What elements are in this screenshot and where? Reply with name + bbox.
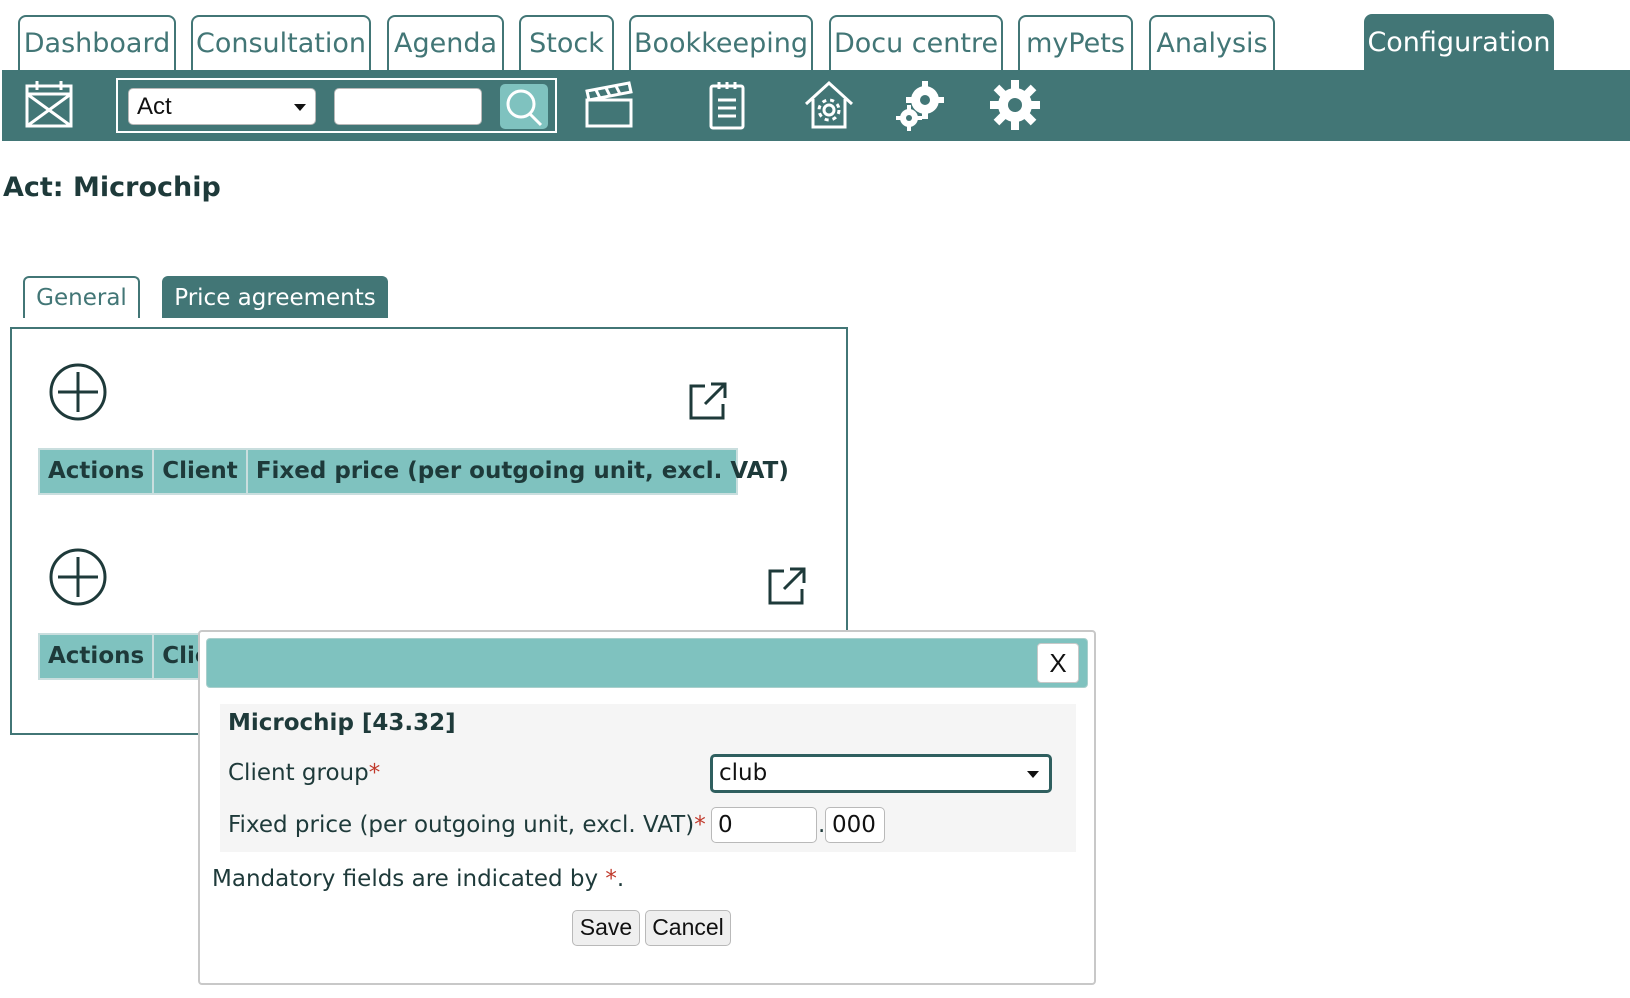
column-header-fixed-price: Fixed price (per outgoing unit, excl. VA… xyxy=(255,458,789,484)
main-nav: Dashboard Consultation Agenda Stock Book… xyxy=(0,0,1630,71)
search-type-value: Act xyxy=(137,93,172,120)
price-fraction-input[interactable] xyxy=(825,807,885,843)
toolbar: Act xyxy=(2,70,1630,141)
search-icon xyxy=(506,89,543,127)
page-title: Act: Microchip xyxy=(3,172,221,203)
tab-consultation[interactable]: Consultation xyxy=(191,15,371,70)
chevron-down-icon xyxy=(1027,771,1039,778)
mandatory-note-end: . xyxy=(616,866,625,892)
grid-header: Actions Client Fixed price (per outgoing… xyxy=(38,448,789,495)
tab-bookkeeping[interactable]: Bookkeeping xyxy=(629,15,813,70)
tab-general[interactable]: General xyxy=(23,276,140,318)
external-link-icon[interactable] xyxy=(766,565,808,607)
price-agreement-dialog: X Microchip [43.32] Client group* club F… xyxy=(198,630,1096,985)
column-header-client: Client xyxy=(154,450,248,493)
search-box: Act xyxy=(116,78,557,133)
fixed-price-label-text: Fixed price (per outgoing unit, excl. VA… xyxy=(228,812,695,838)
tab-docu-centre[interactable]: Docu centre xyxy=(829,15,1003,70)
cancel-button[interactable]: Cancel xyxy=(645,910,731,946)
tab-price-agreements[interactable]: Price agreements xyxy=(162,276,388,318)
required-marker: * xyxy=(605,866,617,892)
gear-icon[interactable] xyxy=(988,78,1042,132)
client-group-value: club xyxy=(719,760,768,786)
save-button[interactable]: Save xyxy=(572,910,640,946)
mandatory-note-text: Mandatory fields are indicated by xyxy=(212,866,599,892)
clapperboard-icon[interactable] xyxy=(582,78,636,132)
dialog-heading: Microchip [43.32] xyxy=(228,710,456,736)
external-link-icon[interactable] xyxy=(687,380,729,422)
calendar-close-icon[interactable] xyxy=(22,78,76,132)
dialog-titlebar[interactable]: X xyxy=(206,638,1088,688)
mandatory-note: Mandatory fields are indicated by *. xyxy=(212,866,624,892)
search-type-select[interactable]: Act xyxy=(128,88,316,125)
gears-icon[interactable] xyxy=(895,78,949,132)
add-circle-icon[interactable] xyxy=(48,547,108,607)
price-integer-input[interactable] xyxy=(711,807,817,843)
search-button[interactable] xyxy=(500,84,548,129)
tab-agenda[interactable]: Agenda xyxy=(387,15,504,70)
client-group-label: Client group* xyxy=(228,760,380,786)
add-circle-icon[interactable] xyxy=(48,362,108,422)
required-marker: * xyxy=(694,812,706,838)
required-marker: * xyxy=(368,760,381,786)
tab-analysis[interactable]: Analysis xyxy=(1149,15,1275,70)
tab-dashboard[interactable]: Dashboard xyxy=(18,15,176,70)
tab-stock[interactable]: Stock xyxy=(519,15,614,70)
search-input[interactable] xyxy=(334,88,482,125)
clipboard-icon[interactable] xyxy=(700,78,754,132)
chevron-down-icon xyxy=(294,104,306,111)
tab-mypets[interactable]: myPets xyxy=(1018,15,1133,70)
close-button[interactable]: X xyxy=(1037,643,1079,683)
client-group-select[interactable]: club xyxy=(710,754,1052,793)
tab-configuration[interactable]: Configuration xyxy=(1364,14,1554,71)
column-header-actions: Actions xyxy=(40,450,155,493)
client-group-label-text: Client group xyxy=(228,760,369,786)
house-gear-icon[interactable] xyxy=(802,78,856,132)
fixed-price-label: Fixed price (per outgoing unit, excl. VA… xyxy=(228,812,706,838)
column-header-actions: Actions xyxy=(40,635,155,678)
dialog-form: Microchip [43.32] Client group* club Fix… xyxy=(220,704,1076,852)
